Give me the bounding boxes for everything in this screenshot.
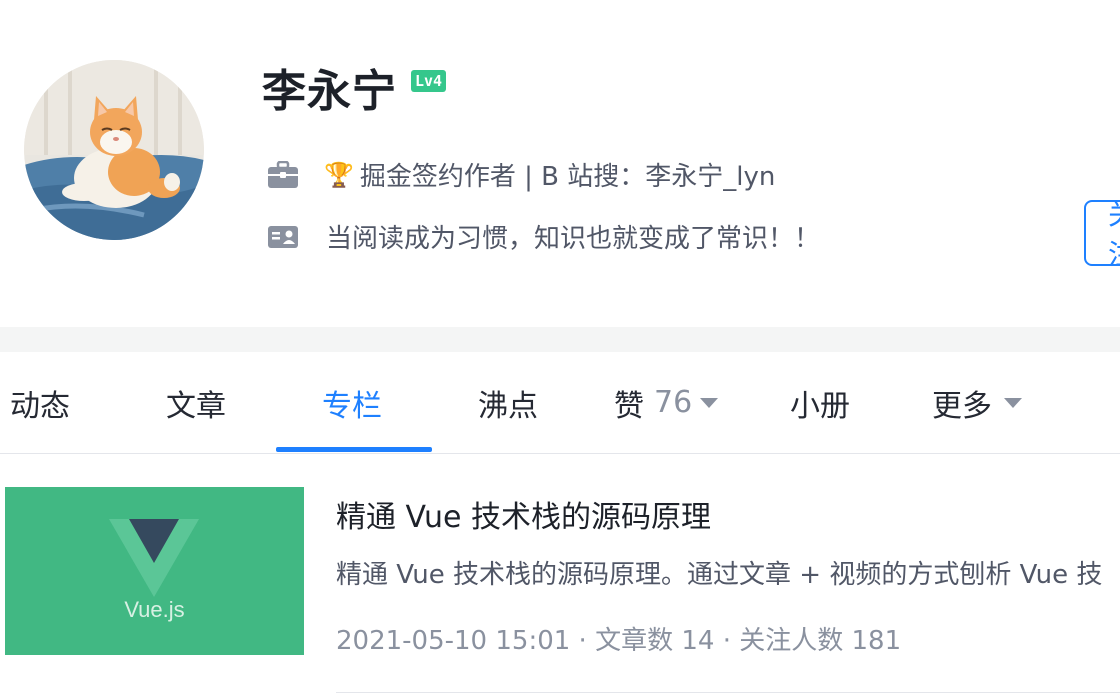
avatar[interactable] [24,60,204,240]
tab-booklets[interactable]: 小册 [790,352,850,453]
tab-articles[interactable]: 文章 [166,352,226,453]
bio-row: 当阅读成为习惯，知识也就变成了常识！！ [266,218,820,255]
job-row: 🏆 掘金签约作者 | B 站搜：李永宁_lyn [266,156,775,193]
cat-photo [24,60,204,240]
briefcase-icon [266,158,300,192]
column-card[interactable]: Vue.js 精通 Vue 技术栈的源码原理 精通 Vue 技术栈的源码原理。通… [0,454,1120,700]
column-description: 精通 Vue 技术栈的源码原理。通过文章 + 视频的方式刨析 Vue 技 [336,560,1103,590]
tab-columns[interactable]: 专栏 [322,352,382,453]
tab-label: 文章 [166,388,226,424]
bio-text: 当阅读成为习惯，知识也就变成了常识！！ [326,224,821,254]
column-meta: 2021-05-10 15:01 · 文章数 14 · 关注人数 181 [336,626,902,656]
vue-logo-icon [109,519,199,597]
tab-pins[interactable]: 沸点 [478,352,538,453]
name-row: 李永宁 Lv4 [262,60,447,124]
tab-label: 专栏 [322,388,382,424]
cover-label: Vue.js [124,597,185,622]
trophy-icon: 🏆 [324,160,354,189]
active-tab-indicator [276,447,432,452]
user-name: 李永宁 [262,66,397,117]
tab-likes[interactable]: 赞 76 [614,352,719,453]
tab-label: 动态 [10,388,70,424]
column-cover[interactable]: Vue.js [5,487,304,655]
likes-count: 76 [654,385,693,420]
author-badge-text: 掘金签约作者 | B 站搜：李永宁_lyn [359,162,776,192]
tab-label: 沸点 [478,388,538,424]
level-badge[interactable]: Lv4 [411,70,447,92]
tab-label: 更多 [932,388,992,424]
profile-tabs: 动态 文章 专栏 沸点 赞 76 小册 更多 [0,352,1120,454]
caret-down-icon [1004,397,1022,408]
follow-button[interactable]: 关注 [1084,198,1120,271]
tab-activity[interactable]: 动态 [10,352,70,453]
caret-down-icon [700,397,719,408]
column-title[interactable]: 精通 Vue 技术栈的源码原理 [336,492,711,536]
tab-label: 小册 [790,388,850,424]
tab-label: 赞 [614,388,644,424]
id-card-icon [266,220,300,254]
profile-header: 李永宁 Lv4 🏆 掘金签约作者 | B 站搜：李永宁_lyn 当阅读成为习惯， [0,0,1120,327]
tab-more[interactable]: 更多 [932,352,1022,453]
divider [336,692,1120,693]
